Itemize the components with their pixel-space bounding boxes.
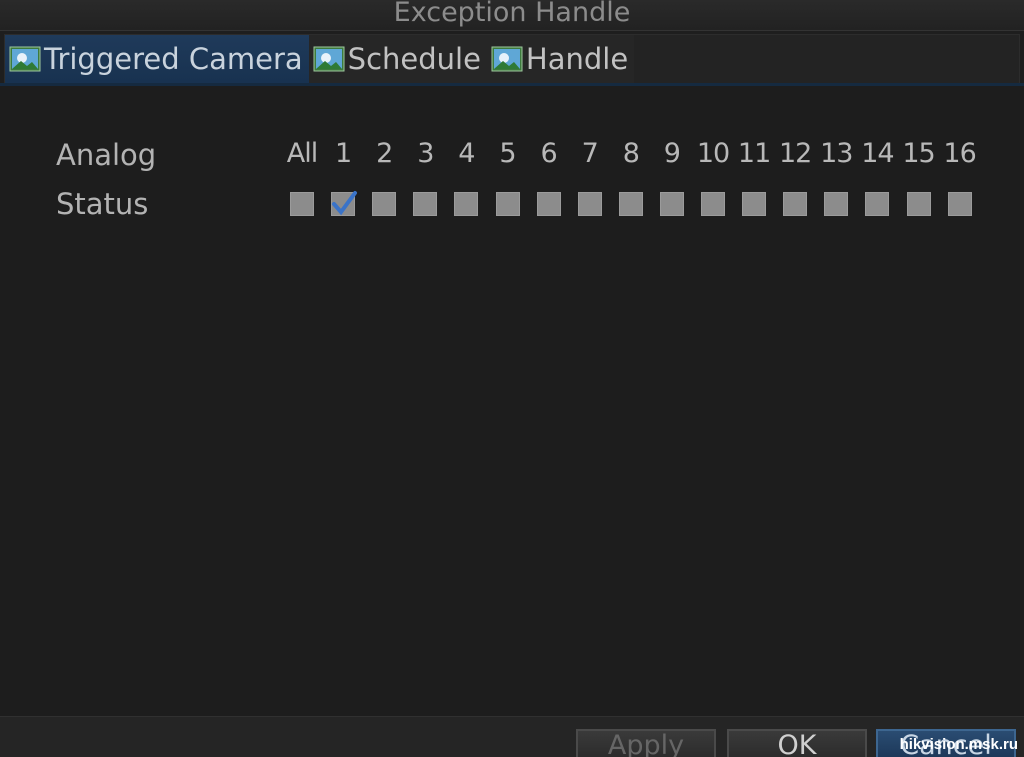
channel-checkbox-1[interactable] — [331, 191, 358, 216]
channel-header-13: 13 — [820, 138, 853, 169]
channel-header-12: 12 — [779, 138, 812, 169]
channel-checkbox-12[interactable] — [783, 192, 808, 216]
channel-checkbox-8[interactable] — [618, 192, 643, 216]
window-title: Exception Handle — [0, 0, 1024, 31]
channel-checkbox-14[interactable] — [865, 192, 890, 216]
tab-schedule[interactable]: Schedule — [308, 35, 487, 83]
tab-bar: Triggered Camera Schedule Handle — [4, 34, 1020, 84]
channel-header-7: 7 — [581, 138, 599, 169]
channel-header-16: 16 — [943, 138, 976, 169]
channel-checkbox-13[interactable] — [824, 192, 849, 216]
footer-bar: Apply OK Cancel — [0, 716, 1024, 757]
channel-header-2: 2 — [376, 138, 393, 169]
channel-header-3: 3 — [417, 138, 434, 169]
channel-header-10: 10 — [696, 138, 730, 169]
channel-header-14: 14 — [861, 138, 894, 169]
channel-header-9: 9 — [663, 138, 681, 169]
triggered-camera-panel: Analog Status All 1 2 3 4 5 6 7 8 9 10 11 12 13 14 15 16 — [0, 86, 1024, 716]
analog-row-label: Analog — [56, 138, 157, 172]
channel-checkbox-5[interactable] — [495, 192, 520, 216]
tab-handle[interactable]: Handle — [486, 35, 635, 83]
channel-checkbox-9[interactable] — [659, 192, 684, 216]
channel-header-all: All — [286, 138, 318, 169]
channel-header-4: 4 — [458, 138, 475, 169]
ok-button[interactable]: OK — [727, 729, 867, 757]
watermark: hikvision.msk.ru — [899, 736, 1018, 753]
channel-checkbox-2[interactable] — [372, 192, 397, 216]
status-row-label: Status — [56, 187, 149, 221]
apply-button[interactable]: Apply — [576, 729, 716, 757]
tab-label: Schedule — [347, 42, 481, 76]
checkmark-icon — [332, 191, 358, 216]
channel-header-6: 6 — [540, 138, 558, 169]
channel-checkbox-6[interactable] — [536, 192, 561, 216]
channel-header-8: 8 — [622, 138, 640, 169]
camera-icon — [313, 45, 345, 73]
channel-checkbox-11[interactable] — [742, 192, 767, 216]
camera-icon — [491, 45, 523, 73]
channel-checkbox-3[interactable] — [413, 192, 438, 216]
channel-checkbox-all[interactable] — [290, 192, 314, 216]
tab-label: Handle — [525, 42, 629, 76]
channel-header-5: 5 — [499, 138, 516, 169]
camera-icon — [9, 45, 41, 73]
tab-triggered-camera[interactable]: Triggered Camera — [5, 35, 309, 83]
channel-checkbox-16[interactable] — [947, 192, 972, 216]
channel-header-11: 11 — [737, 138, 771, 169]
tab-label: Triggered Camera — [44, 42, 303, 76]
channel-checkbox-4[interactable] — [454, 192, 479, 216]
exception-handle-window: Exception Handle Triggered Camera Schedu… — [0, 0, 1024, 757]
channel-checkbox-7[interactable] — [577, 192, 602, 216]
channel-checkbox-10[interactable] — [701, 192, 725, 216]
channel-checkbox-15[interactable] — [906, 192, 931, 216]
channel-header-15: 15 — [902, 138, 935, 169]
channel-header-1: 1 — [335, 138, 352, 169]
